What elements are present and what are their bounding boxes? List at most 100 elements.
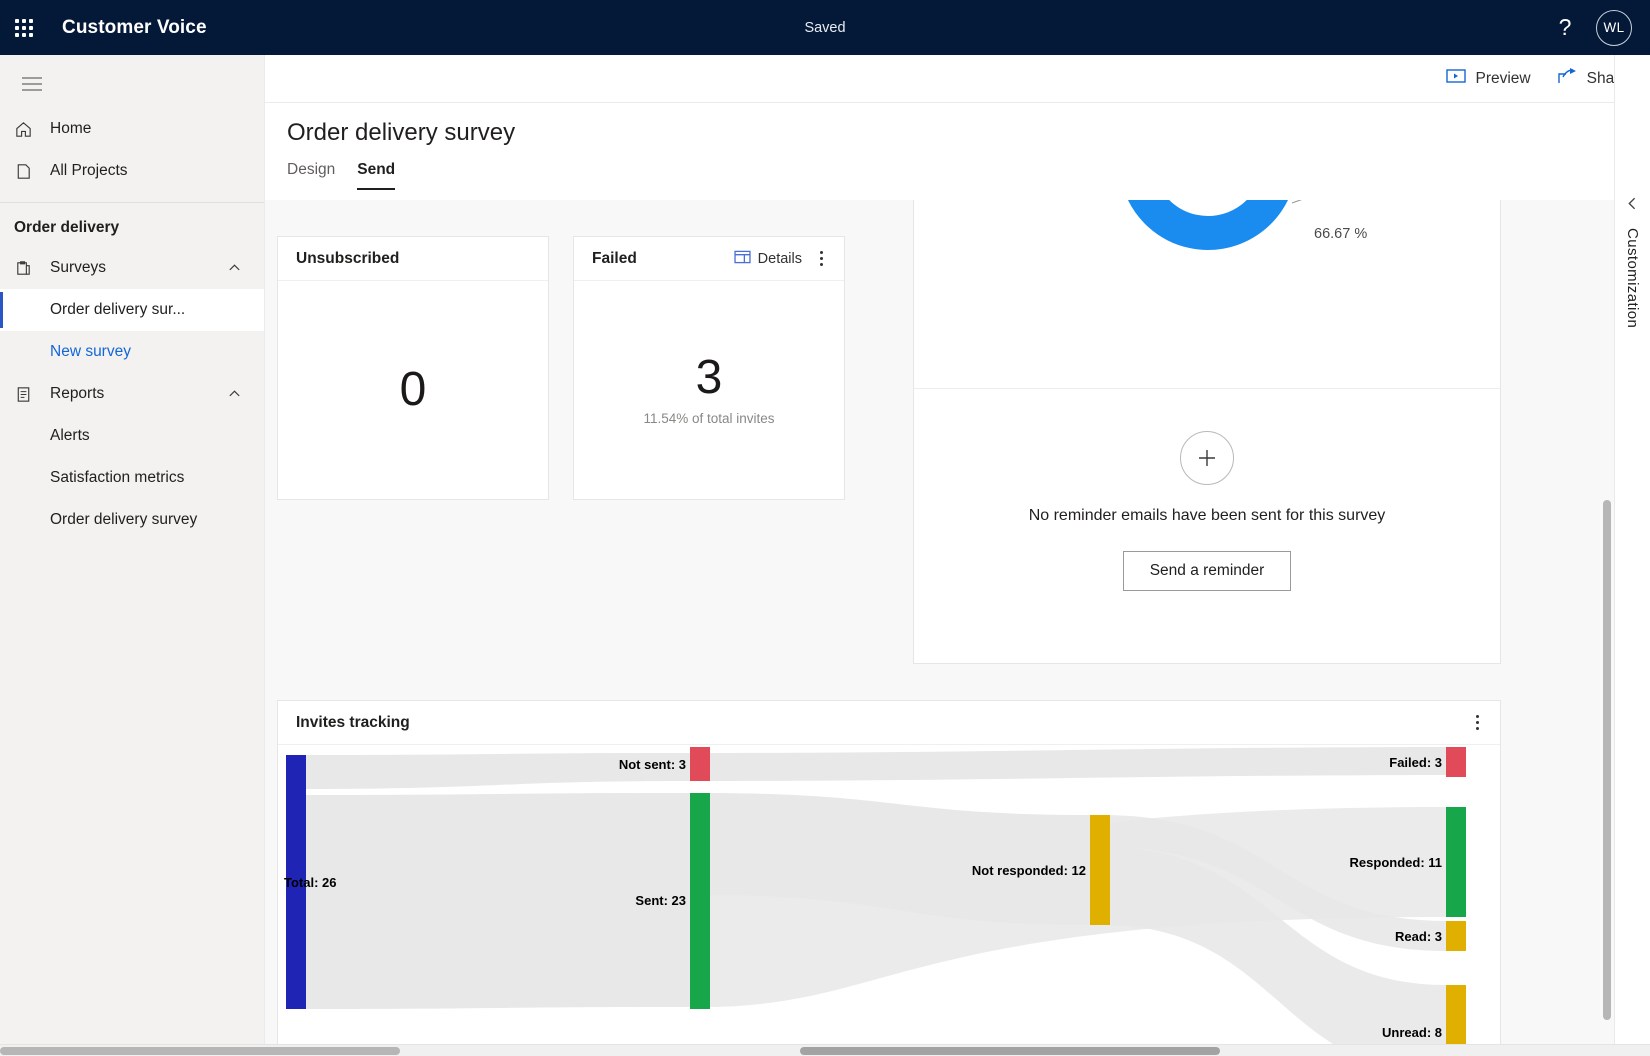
sidebar-divider [0, 202, 264, 203]
invites-tracking-title: Invites tracking [296, 713, 410, 731]
clipboard-icon [14, 259, 50, 278]
invites-tracking-card: Invites tracking Total: 26 Not sent: 3 S… [277, 700, 1501, 1056]
sidebar-item-label: Reports [50, 385, 105, 402]
sidebar-item-satisfaction-metrics[interactable]: Satisfaction metrics [0, 457, 264, 499]
question-mark-icon: ? [1558, 14, 1572, 40]
sidebar-item-home[interactable]: Home [0, 108, 264, 150]
response-rate-card: 66.67 % No reminder emails have been sen… [913, 200, 1501, 664]
unsubscribed-value: 0 [399, 363, 427, 416]
customization-label: Customization [1624, 228, 1641, 329]
sidebar-item-label: All Projects [50, 162, 128, 179]
app-root: Customer Voice Saved ? WL Home All Proje… [0, 0, 1650, 1056]
sankey-label-sent: Sent: 23 [635, 893, 686, 908]
failed-card: Failed Details 3 11.54% of total invites [573, 236, 845, 500]
more-options-icon[interactable] [808, 244, 834, 274]
send-reminder-button[interactable]: Send a reminder [1122, 551, 1292, 591]
scrollbar-thumb-right[interactable] [800, 1047, 1220, 1055]
sankey-node-failed[interactable] [1446, 747, 1466, 777]
unsubscribed-card-title: Unsubscribed [296, 249, 400, 267]
share-arrow-icon [1557, 67, 1578, 90]
sankey-node-sent[interactable] [690, 793, 710, 1009]
details-panel-icon [734, 250, 751, 268]
invites-tracking-actions [1464, 708, 1490, 738]
sankey-diagram: Total: 26 Not sent: 3 Sent: 23 Not respo… [278, 745, 1500, 1056]
sidebar-item-all-projects[interactable]: All Projects [0, 150, 264, 192]
suite-header-actions: ? WL [1544, 0, 1650, 55]
reminder-empty-text: No reminder emails have been sent for th… [1028, 507, 1386, 524]
unsubscribed-card: Unsubscribed 0 [277, 236, 549, 500]
sidebar-item-new-survey[interactable]: New survey [0, 331, 264, 373]
unsubscribed-card-body: 0 [278, 281, 548, 499]
dashboard-canvas: Unsubscribed 0 Failed Details 3 11.54% o… [265, 200, 1650, 1056]
sidebar-subitem-label: Alerts [50, 427, 90, 444]
scrollbar-thumb-left[interactable] [0, 1047, 400, 1055]
sidebar-item-label: Home [50, 120, 92, 137]
sidebar-subitem-label: Order delivery sur... [50, 301, 186, 318]
customization-panel-toggle[interactable]: Customization [1614, 55, 1650, 1056]
hamburger-menu-icon[interactable] [8, 60, 56, 108]
main-content: Preview Share Order delivery survey Desi… [265, 55, 1650, 1056]
sankey-node-not-responded[interactable] [1090, 815, 1110, 925]
save-status: Saved [804, 19, 846, 36]
sankey-label-total: Total: 26 [284, 875, 337, 890]
sankey-label-not-sent: Not sent: 3 [619, 757, 686, 772]
failed-card-title: Failed [592, 249, 637, 267]
more-options-icon[interactable] [1464, 708, 1490, 738]
card-divider [914, 388, 1500, 389]
preview-play-icon [1446, 68, 1467, 89]
sankey-label-unread: Unread: 8 [1382, 1025, 1442, 1040]
donut-svg [1119, 200, 1303, 250]
dashboard-vertical-scrollbar[interactable] [1600, 255, 1614, 1056]
failed-card-actions: Details [734, 244, 834, 274]
chevron-left-icon [1624, 195, 1641, 212]
preview-button[interactable]: Preview [1446, 68, 1531, 89]
tab-design[interactable]: Design [287, 161, 335, 190]
home-icon [14, 120, 50, 139]
app-launcher-button[interactable] [0, 0, 48, 55]
sidebar-item-order-delivery-survey-edit[interactable]: Order delivery sur... [0, 289, 264, 331]
sankey-label-read: Read: 3 [1395, 929, 1442, 944]
sidebar-subitem-label: Order delivery survey [50, 511, 198, 528]
sidebar-subitem-label: Satisfaction metrics [50, 469, 185, 486]
chevron-up-icon[interactable] [227, 261, 242, 276]
avatar[interactable]: WL [1596, 9, 1632, 46]
scrollbar-thumb[interactable] [1603, 500, 1611, 1020]
sidebar: Home All Projects Order delivery Surveys… [0, 55, 265, 1056]
sidebar-item-reports[interactable]: Reports [0, 373, 264, 415]
sidebar-item-order-delivery-survey-report[interactable]: Order delivery survey [0, 499, 264, 541]
sidebar-item-alerts[interactable]: Alerts [0, 415, 264, 457]
page-header: Order delivery survey Design Send [265, 103, 1650, 190]
failed-card-body: 3 11.54% of total invites [574, 281, 844, 499]
sidebar-project-name: Order delivery [14, 219, 120, 236]
tab-send[interactable]: Send [357, 161, 396, 190]
sidebar-item-label: Surveys [50, 259, 106, 276]
card-header: Invites tracking [278, 701, 1500, 745]
plus-circle-icon[interactable] [1180, 431, 1234, 485]
sankey-node-responded[interactable] [1446, 807, 1466, 917]
sankey-label-not-responded: Not responded: 12 [972, 863, 1086, 878]
sankey-label-failed: Failed: 3 [1389, 755, 1442, 770]
sidebar-item-surveys[interactable]: Surveys [0, 247, 264, 289]
details-button[interactable]: Details [734, 250, 802, 268]
failed-value: 3 [695, 351, 723, 404]
sankey-svg: Total: 26 Not sent: 3 Sent: 23 Not respo… [284, 747, 1466, 1056]
dashboard-scroll-area[interactable]: Unsubscribed 0 Failed Details 3 11.54% o… [265, 200, 1650, 1056]
sankey-node-not-sent[interactable] [690, 747, 710, 781]
sankey-label-responded: Responded: 11 [1350, 855, 1442, 870]
sankey-node-read[interactable] [1446, 921, 1466, 951]
details-label: Details [757, 250, 802, 267]
app-launcher-grid-icon [15, 18, 33, 37]
page-tabs: Design Send [287, 161, 1650, 190]
card-header: Failed Details [574, 237, 844, 281]
card-header: Unsubscribed [278, 237, 548, 281]
command-bar: Preview Share [265, 55, 1650, 103]
window-horizontal-scrollbar[interactable] [0, 1044, 1650, 1056]
report-document-icon [14, 385, 50, 404]
help-button[interactable]: ? [1544, 7, 1586, 49]
suite-header: Customer Voice Saved ? WL [0, 0, 1650, 55]
failed-subtext: 11.54% of total invites [643, 411, 775, 426]
document-page-icon [14, 162, 50, 181]
preview-label: Preview [1475, 69, 1531, 87]
chevron-up-icon[interactable] [227, 387, 242, 402]
donut-percentage-label: 66.67 % [1314, 226, 1368, 242]
